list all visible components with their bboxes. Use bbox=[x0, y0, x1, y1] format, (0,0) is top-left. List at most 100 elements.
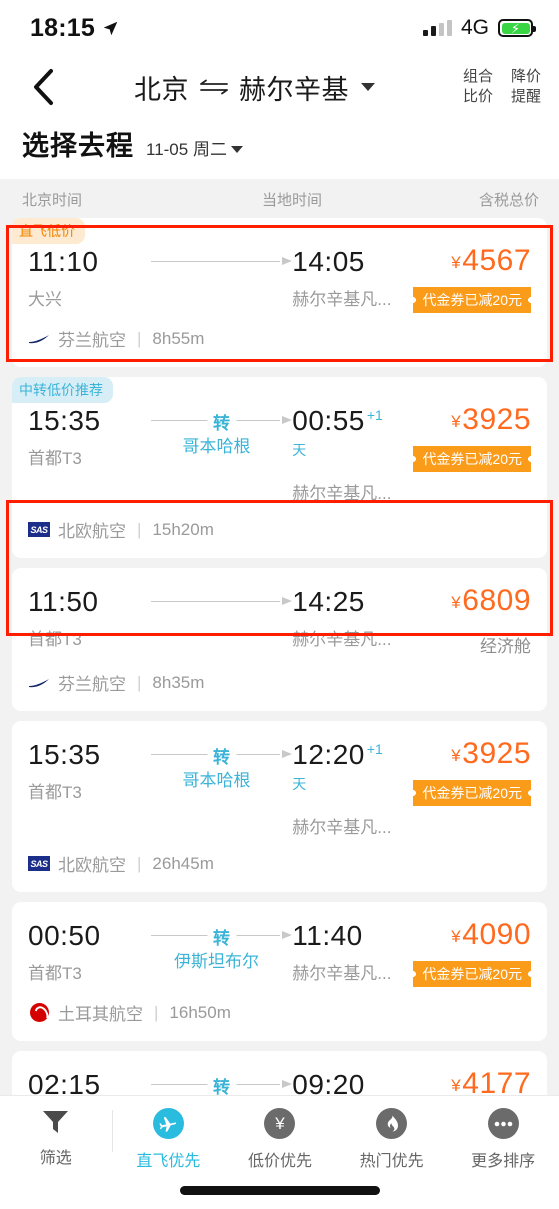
finnair-logo-icon bbox=[28, 328, 50, 350]
nav-header: 北京 赫尔辛基 组合 比价 降价 提醒 bbox=[0, 56, 559, 118]
flight-badge: 中转低价推荐 bbox=[12, 377, 113, 403]
date-selector-row[interactable]: 选择去程 11-05 周二 bbox=[0, 118, 559, 179]
signal-bars-icon bbox=[422, 20, 452, 36]
flight-row: 15:35 首都T3 转哥本哈根 12:20 +1天 赫尔辛基凡... ¥3925 代金券已减… bbox=[28, 737, 532, 838]
transfer-label: 转 bbox=[207, 743, 237, 768]
flight-card[interactable]: 11:50 首都T3 14:25 赫尔辛基凡... ¥6809 经济舱 芬兰航空 | 8h35m bbox=[12, 568, 547, 711]
currency-symbol: ¥ bbox=[451, 253, 462, 272]
route-title[interactable]: 北京 赫尔辛基 bbox=[46, 68, 463, 107]
status-time: 18:15 bbox=[30, 13, 95, 42]
separator: | bbox=[154, 1002, 159, 1022]
tab-label: 低价优先 bbox=[247, 1153, 312, 1170]
arrow-right-icon bbox=[282, 597, 293, 605]
airline-name: 芬兰航空 bbox=[58, 675, 126, 694]
separator: | bbox=[137, 519, 142, 539]
transfer-label: 转 bbox=[207, 924, 237, 949]
status-bar-right: 4G ⚡ bbox=[422, 16, 536, 40]
arrival-block: 00:55 +1天 赫尔辛基凡... bbox=[292, 403, 391, 504]
departure-time: 00:50 bbox=[28, 920, 101, 951]
nav-actions: 组合 比价 降价 提醒 bbox=[463, 67, 541, 108]
selected-date-label[interactable]: 11-05 周二 bbox=[146, 135, 243, 160]
flight-price: ¥3925 bbox=[391, 737, 531, 771]
finnair-logo-icon bbox=[28, 672, 50, 694]
compare-price-line1: 组合 bbox=[462, 67, 493, 85]
arrival-time-value: 00:55 bbox=[292, 405, 365, 436]
price-drop-alert-button[interactable]: 降价 提醒 bbox=[511, 67, 541, 108]
tab-label: 更多排序 bbox=[471, 1153, 536, 1170]
flight-badge: 直飞低价 bbox=[12, 218, 85, 244]
arrow-right-icon bbox=[282, 416, 293, 424]
yen-icon: ¥ bbox=[264, 1108, 296, 1139]
flight-card[interactable]: 直飞低价 11:10 大兴 14:05 赫尔辛基凡... ¥4567 代金券已减20元 芬兰航… bbox=[12, 218, 547, 367]
coupon-badge: 代金券已减20元 bbox=[413, 780, 532, 806]
flight-card[interactable]: 中转低价推荐 15:35 首都T3 转哥本哈根 00:55 +1天 赫尔辛基凡... ¥392… bbox=[12, 377, 547, 558]
arrow-right-icon bbox=[282, 257, 293, 265]
flight-card[interactable]: 00:50 首都T3 转伊斯坦布尔 11:40 赫尔辛基凡... ¥4090 代金券已减20… bbox=[12, 902, 547, 1041]
airline-row: SAS 北欧航空 | 26h45m bbox=[28, 851, 531, 876]
departure-airport: 首都T3 bbox=[28, 630, 82, 649]
departure-block: 11:50 首都T3 bbox=[28, 584, 151, 650]
departure-block: 15:35 首都T3 bbox=[28, 737, 151, 803]
arrival-block: 11:40 赫尔辛基凡... bbox=[292, 918, 391, 984]
departure-block: 15:35 首都T3 bbox=[28, 403, 151, 469]
price-value: 4090 bbox=[462, 918, 532, 951]
flight-card[interactable]: 15:35 首都T3 转哥本哈根 12:20 +1天 赫尔辛基凡... ¥3925 代金券已减… bbox=[12, 721, 547, 892]
bottom-tab-bar: 筛选 直飞优先 ¥ 低价优先 热门优先 更多排序 bbox=[0, 1095, 559, 1209]
currency-symbol: ¥ bbox=[451, 1076, 462, 1095]
ellipsis-icon bbox=[487, 1108, 519, 1139]
price-block: ¥4567 代金券已减20元 bbox=[391, 244, 532, 313]
tab-filter-funnel[interactable]: 筛选 bbox=[0, 1108, 112, 1168]
cabin-class-label: 经济舱 bbox=[480, 637, 532, 656]
arrival-time-value: 11:40 bbox=[292, 920, 363, 951]
route-line: 转 bbox=[150, 741, 293, 768]
currency-symbol: ¥ bbox=[451, 412, 462, 431]
location-arrow-icon bbox=[103, 21, 118, 35]
arrow-right-icon bbox=[282, 1080, 293, 1088]
price-drop-line2: 提醒 bbox=[510, 88, 541, 105]
transfer-city: 伊斯坦布尔 bbox=[174, 952, 260, 971]
turkish-airlines-logo-icon bbox=[28, 1002, 50, 1024]
tab-flame[interactable]: 热门优先 bbox=[336, 1108, 448, 1171]
price-value: 3925 bbox=[462, 737, 532, 770]
separator: | bbox=[137, 328, 142, 348]
flight-duration: 16h50m bbox=[169, 1002, 231, 1022]
airline-name: 芬兰航空 bbox=[58, 331, 126, 350]
flight-price: ¥6809 bbox=[391, 584, 531, 618]
separator: | bbox=[137, 672, 142, 692]
arrival-time: 12:20 +1天 bbox=[292, 737, 391, 807]
tab-label: 直飞优先 bbox=[136, 1153, 201, 1170]
departure-block: 11:10 大兴 bbox=[28, 244, 151, 310]
price-block: ¥3925 代金券已减20元 bbox=[391, 403, 532, 472]
transfer-city: 哥本哈根 bbox=[182, 771, 251, 790]
compare-price-button[interactable]: 组合 比价 bbox=[463, 67, 493, 108]
tab-yen[interactable]: ¥ 低价优先 bbox=[224, 1108, 336, 1171]
arrival-airport: 赫尔辛基凡... bbox=[292, 964, 392, 983]
status-bar-left: 18:15 bbox=[30, 14, 119, 43]
sort-tabs: 筛选 直飞优先 ¥ 低价优先 热门优先 更多排序 bbox=[0, 1096, 559, 1174]
page-title: 选择去程 bbox=[22, 131, 134, 161]
arrow-right-icon bbox=[282, 750, 293, 758]
transfer-city: 哥本哈根 bbox=[182, 437, 251, 456]
route-middle: 转哥本哈根 bbox=[150, 403, 293, 457]
sas-logo-icon: SAS bbox=[28, 853, 50, 875]
sas-logo-icon: SAS bbox=[28, 519, 50, 541]
flight-price: ¥4090 bbox=[391, 918, 531, 952]
price-value: 6809 bbox=[462, 584, 532, 617]
arrival-airport: 赫尔辛基凡... bbox=[292, 484, 392, 503]
status-bar: 18:15 4G ⚡ bbox=[0, 0, 559, 56]
arrival-time: 14:05 bbox=[292, 244, 391, 279]
currency-symbol: ¥ bbox=[451, 593, 462, 612]
tab-ellipsis[interactable]: 更多排序 bbox=[447, 1108, 559, 1171]
route-line bbox=[150, 248, 293, 272]
route-middle bbox=[150, 244, 293, 272]
departure-block: 00:50 首都T3 bbox=[28, 918, 151, 984]
airline-row: 芬兰航空 | 8h35m bbox=[28, 670, 531, 695]
arrival-time: 14:25 bbox=[292, 584, 391, 619]
route-line: 转 bbox=[150, 1071, 293, 1098]
tab-airplane[interactable]: 直飞优先 bbox=[113, 1108, 225, 1171]
flight-row: 15:35 首都T3 转哥本哈根 00:55 +1天 赫尔辛基凡... ¥3925 代金券已减… bbox=[28, 403, 532, 504]
flame-icon bbox=[376, 1108, 408, 1139]
network-type-label: 4G bbox=[460, 16, 489, 39]
flight-price: ¥3925 bbox=[391, 403, 531, 437]
departure-airport: 大兴 bbox=[28, 290, 62, 309]
